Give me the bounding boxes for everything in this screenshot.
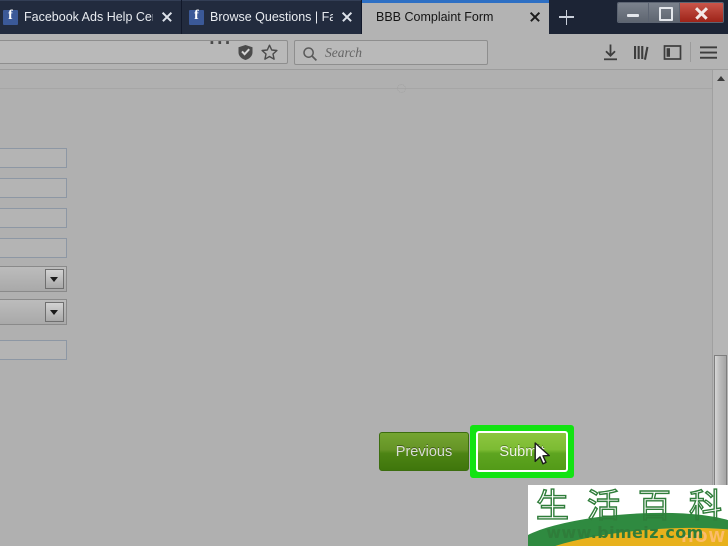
previous-button[interactable]: Previous — [379, 432, 469, 471]
sidebar-icon[interactable] — [657, 40, 688, 64]
form-dropdown-1[interactable] — [0, 266, 67, 292]
minimize-button[interactable] — [618, 3, 649, 22]
watermark-char-2: 活 — [586, 486, 620, 525]
tab-title: Facebook Ads Help Cente — [24, 10, 153, 24]
watermark: 生 活 百 科 www.bimeiz.com HOW — [528, 485, 728, 546]
address-bar-url: mplaintForm.aspx?Confirm= — [0, 45, 209, 60]
watermark-char-3: 百 — [637, 486, 671, 525]
browser-window: Facebook Ads Help Cente Browse Questions… — [0, 0, 728, 546]
library-icon[interactable] — [626, 40, 657, 64]
search-input-placeholder[interactable]: Search — [325, 45, 362, 61]
form-text-field-3[interactable] — [0, 208, 67, 228]
close-window-button[interactable] — [680, 3, 723, 22]
tab-browse-questions-facebook[interactable]: Browse Questions | Facebo — [182, 0, 362, 34]
ellipsis-icon[interactable] — [209, 33, 233, 63]
watermark-char-4: 科 — [688, 486, 722, 525]
form-text-field-2[interactable] — [0, 178, 67, 198]
close-icon[interactable] — [527, 9, 543, 25]
page-marker — [397, 84, 406, 93]
address-bar[interactable]: mplaintForm.aspx?Confirm= — [0, 33, 288, 64]
form-dropdown-2[interactable] — [0, 299, 67, 325]
form-text-field-5[interactable] — [0, 340, 67, 360]
chevron-down-icon[interactable] — [45, 302, 64, 322]
form-text-field-4[interactable] — [0, 238, 67, 258]
navigation-toolbar: mplaintForm.aspx?Confirm= — [0, 33, 728, 70]
search-bar[interactable]: Search — [294, 40, 488, 65]
tab-strip: Facebook Ads Help Cente Browse Questions… — [0, 0, 728, 34]
download-icon[interactable] — [595, 40, 626, 64]
chevron-down-icon[interactable] — [45, 269, 64, 289]
scroll-up-button[interactable] — [713, 70, 728, 87]
window-controls — [617, 2, 724, 23]
new-tab-button[interactable] — [549, 0, 583, 34]
page-content: Previous Submit — [0, 70, 712, 546]
close-icon[interactable] — [159, 9, 175, 25]
watermark-url: www.bimeiz.com — [546, 523, 704, 542]
watermark-characters: 生 活 百 科 — [535, 486, 722, 525]
star-icon[interactable] — [257, 41, 281, 63]
facebook-icon — [3, 8, 18, 25]
facebook-icon — [189, 8, 204, 25]
close-icon[interactable] — [339, 9, 355, 25]
shield-icon[interactable] — [233, 41, 257, 63]
tab-facebook-ads-help-center[interactable]: Facebook Ads Help Cente — [0, 0, 182, 34]
toolbar-actions — [595, 40, 724, 64]
tab-bbb-complaint-form[interactable]: BBB Complaint Form — [362, 0, 549, 34]
search-icon — [302, 46, 320, 61]
submit-button[interactable]: Submit — [476, 431, 568, 472]
tab-title: BBB Complaint Form — [376, 10, 494, 24]
toolbar-divider — [690, 42, 691, 62]
page-divider — [0, 88, 712, 89]
form-text-field-1[interactable] — [0, 148, 67, 168]
maximize-restore-button[interactable] — [649, 3, 680, 22]
hamburger-menu-icon[interactable] — [693, 40, 724, 64]
tab-title: Browse Questions | Facebo — [210, 10, 333, 24]
vertical-scrollbar[interactable] — [712, 70, 728, 546]
watermark-char-1: 生 — [535, 486, 569, 525]
